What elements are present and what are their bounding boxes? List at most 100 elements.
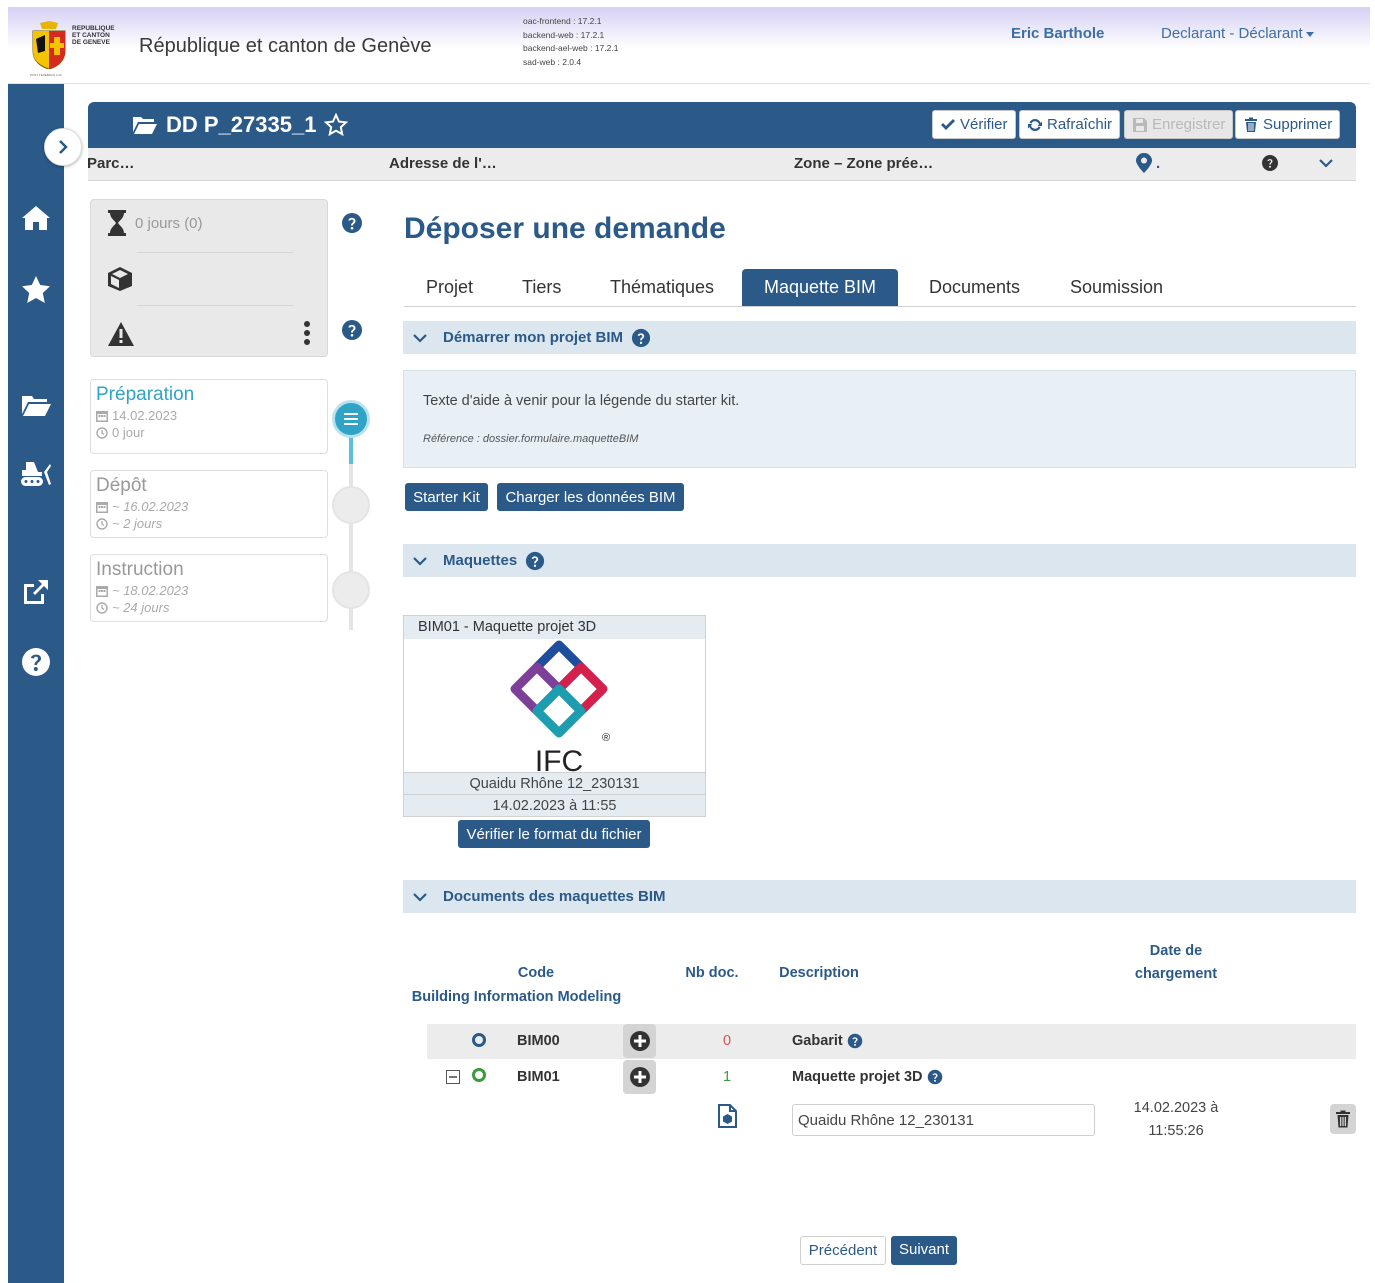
tab-maquette-bim[interactable]: Maquette BIM xyxy=(742,269,899,306)
help-icon[interactable] xyxy=(341,319,363,341)
ifc-logo-icon: ® IFC xyxy=(510,640,610,773)
help-icon[interactable] xyxy=(927,1069,943,1085)
verify-file-format-button[interactable]: Vérifier le format du fichier xyxy=(458,820,650,848)
home-icon[interactable] xyxy=(18,200,54,236)
logo-wordmark: REPUBLIQUE ET CANTON DE GENEVE xyxy=(72,25,115,46)
verify-label: Vérifier xyxy=(960,116,1008,133)
step-marker-active xyxy=(332,400,370,438)
more-options-icon[interactable] xyxy=(303,320,311,346)
question-circle-icon[interactable] xyxy=(18,644,54,680)
warning-row xyxy=(107,321,135,347)
column-header-code: Code xyxy=(517,965,555,981)
column-header-description: Description xyxy=(779,965,859,981)
step-duration: ~ 2 jours xyxy=(96,516,322,531)
folder-open-icon[interactable] xyxy=(18,386,54,422)
column-header-date: Date de xyxy=(1149,943,1203,959)
dossier-title: DD P_27335_1 xyxy=(132,112,349,138)
step-instruction[interactable]: Instruction ~ 18.02.2023 ~ 24 jours xyxy=(90,554,328,622)
tab-thematiques[interactable]: Thématiques xyxy=(610,269,714,306)
model-card-bim01[interactable]: BIM01 - Maquette projet 3D ® IFC Quaidu … xyxy=(403,615,706,817)
bulldozer-icon[interactable] xyxy=(18,456,54,492)
logo-motto: POST TENEBRAS LUX xyxy=(30,73,62,77)
add-document-button[interactable] xyxy=(623,1024,656,1058)
help-reference: Référence : dossier.formulaire.maquetteB… xyxy=(423,433,639,445)
left-sidebar xyxy=(8,84,64,1283)
clock-icon xyxy=(96,601,108,614)
clock-icon xyxy=(96,517,108,530)
map-marker-icon[interactable] xyxy=(1136,153,1152,173)
sidebar-toggle-button[interactable] xyxy=(44,128,82,166)
step-depot[interactable]: Dépôt ~ 16.02.2023 ~ 2 jours xyxy=(90,470,328,538)
row-nb-doc: 0 xyxy=(723,1033,732,1049)
help-icon[interactable] xyxy=(847,1033,863,1049)
chevron-down-icon[interactable] xyxy=(1319,158,1333,168)
zone-info[interactable]: Zone – Zone prée… xyxy=(794,155,933,172)
help-box: Texte d'aide à venir pour la légende du … xyxy=(403,370,1356,468)
file-name-input[interactable] xyxy=(792,1104,1095,1136)
file-time: 11:55:26 xyxy=(1148,1123,1204,1139)
role-dropdown[interactable]: Declarant - Déclarant xyxy=(1161,25,1314,42)
favorite-star-icon[interactable] xyxy=(324,113,349,137)
help-icon[interactable] xyxy=(631,328,651,348)
chevron-down-icon xyxy=(413,892,427,902)
step-title: Préparation xyxy=(96,384,195,405)
tab-documents[interactable]: Documents xyxy=(929,269,1020,306)
step-date: ~ 18.02.2023 xyxy=(96,583,322,598)
verify-button[interactable]: Vérifier xyxy=(932,110,1016,139)
geneva-logo[interactable]: REPUBLIQUE ET CANTON DE GENEVE POST TENE… xyxy=(30,15,120,77)
refresh-button[interactable]: Rafraîchir xyxy=(1019,110,1121,139)
row-description-text: Gabarit xyxy=(792,1033,843,1049)
next-button[interactable]: Suivant xyxy=(891,1236,957,1265)
site-title: République et canton de Genève xyxy=(139,35,432,57)
step-title: Instruction xyxy=(96,559,184,580)
save-button[interactable]: Enregistrer xyxy=(1124,110,1234,139)
role-label: Declarant - Déclarant xyxy=(1161,25,1303,42)
radio-icon[interactable] xyxy=(472,1033,486,1047)
starter-kit-button[interactable]: Starter Kit xyxy=(405,483,488,511)
radio-icon[interactable] xyxy=(472,1068,486,1082)
section-bim-documents[interactable]: Documents des maquettes BIM xyxy=(403,880,1356,913)
list-icon xyxy=(344,413,358,425)
section-start-bim[interactable]: Démarrer mon projet BIM xyxy=(403,321,1356,354)
add-document-button[interactable] xyxy=(623,1060,656,1094)
calendar-icon xyxy=(96,501,108,513)
plus-circle-icon xyxy=(629,1031,650,1051)
parcel-info[interactable]: Parc… xyxy=(87,155,135,172)
registered-mark: ® xyxy=(602,732,610,744)
star-icon[interactable] xyxy=(18,272,54,308)
logo-line: ET CANTON xyxy=(72,32,110,39)
tab-projet[interactable]: Projet xyxy=(426,269,473,306)
help-icon[interactable] xyxy=(1262,155,1278,171)
file-3d-icon[interactable] xyxy=(718,1104,737,1128)
help-icon[interactable] xyxy=(525,551,545,571)
help-icon[interactable] xyxy=(341,212,363,234)
warning-icon xyxy=(108,322,134,346)
location-dot: . xyxy=(1156,155,1161,172)
page-title: Déposer une demande xyxy=(404,212,726,245)
previous-button[interactable]: Précédent xyxy=(800,1236,886,1265)
row-nb-doc: 1 xyxy=(723,1069,732,1085)
collapse-icon[interactable] xyxy=(446,1070,460,1084)
divider xyxy=(137,252,293,253)
chevron-down-icon xyxy=(413,556,427,566)
calendar-icon xyxy=(96,410,108,422)
delete-button[interactable]: Supprimer xyxy=(1235,110,1341,139)
tab-tiers[interactable]: Tiers xyxy=(522,269,561,306)
step-preparation[interactable]: Préparation 14.02.2023 0 jour xyxy=(90,379,328,454)
hourglass-icon xyxy=(108,210,126,236)
calendar-icon xyxy=(96,585,108,597)
delete-file-button[interactable] xyxy=(1330,1104,1356,1134)
section-title: Documents des maquettes BIM xyxy=(443,888,666,905)
status-card: 0 jours (0) xyxy=(90,199,328,357)
section-maquettes[interactable]: Maquettes xyxy=(403,544,1356,577)
user-name-link[interactable]: Eric Barthole xyxy=(1011,25,1104,42)
external-link-icon[interactable] xyxy=(18,574,54,610)
delay-label: 0 jours (0) xyxy=(135,214,203,232)
load-bim-data-button[interactable]: Charger les données BIM xyxy=(497,483,684,511)
geneva-coat-of-arms-icon xyxy=(32,21,66,69)
tab-soumission[interactable]: Soumission xyxy=(1070,269,1163,306)
model-card-title: BIM01 - Maquette projet 3D xyxy=(404,616,705,639)
address-info[interactable]: Adresse de l'… xyxy=(389,155,497,172)
version-line: oac-frontend : 17.2.1 xyxy=(523,16,602,26)
refresh-label: Rafraîchir xyxy=(1047,116,1113,133)
